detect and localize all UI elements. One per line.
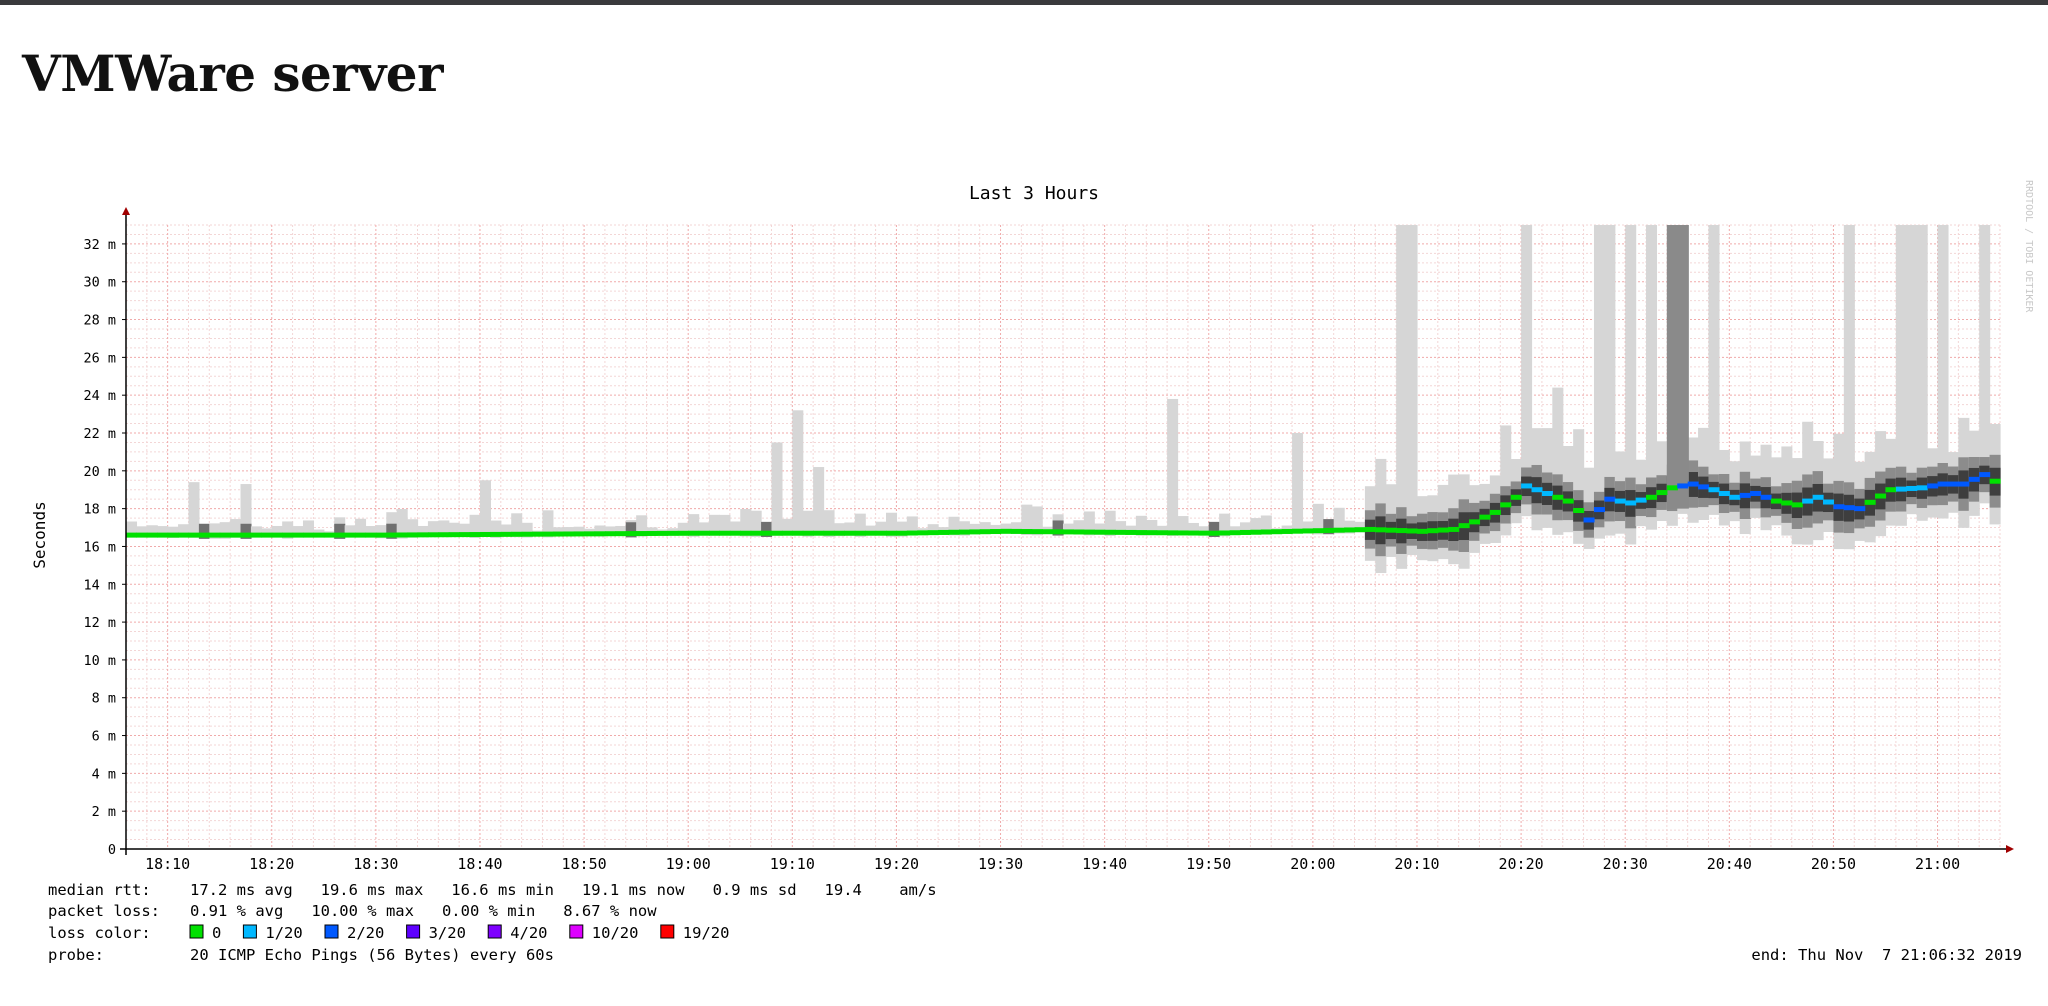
loss-color-entry: 4/20 bbox=[510, 924, 547, 942]
loss-color-entry: 2/20 bbox=[347, 924, 384, 942]
loss-color-swatch bbox=[660, 924, 675, 939]
x-tick-label: 18:40 bbox=[457, 855, 502, 873]
x-tick-label: 19:50 bbox=[1186, 855, 1231, 873]
x-tick-label: 20:30 bbox=[1603, 855, 1648, 873]
x-tick-label: 21:00 bbox=[1915, 855, 1960, 873]
y-tick-label: 32 m bbox=[83, 237, 116, 253]
x-tick-label: 18:30 bbox=[353, 855, 398, 873]
x-tick-label: 20:50 bbox=[1811, 855, 1856, 873]
loss-color-entry: 0 bbox=[212, 924, 221, 942]
packet-loss-label: packet loss: bbox=[48, 902, 160, 920]
y-tick-label: 4 m bbox=[92, 766, 116, 782]
packet-loss-values: 0.91 % avg 10.00 % max 0.00 % min 8.67 %… bbox=[190, 902, 657, 920]
x-axis-arrow bbox=[2006, 845, 2014, 853]
x-tick-label: 19:20 bbox=[874, 855, 919, 873]
y-tick-label: 8 m bbox=[92, 691, 116, 707]
probe-label: probe: bbox=[48, 946, 104, 964]
x-tick-label: 18:10 bbox=[145, 855, 190, 873]
y-tick-label: 30 m bbox=[83, 275, 116, 291]
y-tick-label: 26 m bbox=[83, 350, 116, 366]
x-tick-label: 18:50 bbox=[562, 855, 607, 873]
y-tick-label: 14 m bbox=[83, 577, 116, 593]
y-tick-label: 28 m bbox=[83, 313, 116, 329]
x-tick-label: 19:30 bbox=[978, 855, 1023, 873]
chart-title: Last 3 Hours bbox=[969, 183, 1099, 204]
loss-color-swatch bbox=[324, 924, 339, 939]
y-tick-label: 6 m bbox=[92, 729, 116, 745]
y-axis-arrow bbox=[122, 207, 130, 215]
latency-graph: Last 3 Hours Seconds RRDTOOL / TOBI OETI… bbox=[30, 180, 2034, 964]
y-tick-label: 24 m bbox=[83, 388, 116, 404]
y-axis-label: Seconds bbox=[30, 501, 49, 568]
loss-color-entry: 3/20 bbox=[429, 924, 466, 942]
loss-color-swatch bbox=[406, 924, 421, 939]
x-tick-label: 18:20 bbox=[249, 855, 294, 873]
loss-color-swatch bbox=[569, 924, 584, 939]
x-tick-label: 20:20 bbox=[1499, 855, 1544, 873]
y-tick-label: 12 m bbox=[83, 615, 116, 631]
x-tick-label: 19:00 bbox=[666, 855, 711, 873]
y-tick-label: 22 m bbox=[83, 426, 116, 442]
watermark: RRDTOOL / TOBI OETIKER bbox=[2023, 180, 2034, 313]
loss-color-label: loss color: bbox=[48, 924, 151, 942]
x-tick-label: 19:40 bbox=[1082, 855, 1127, 873]
loss-color-legend: 0 1/20 2/20 3/20 4/20 10/20 19/20 bbox=[189, 924, 730, 942]
loss-color-entry: 1/20 bbox=[265, 924, 302, 942]
median-rtt-label: median rtt: bbox=[48, 881, 151, 899]
y-tick-label: 0 bbox=[108, 842, 116, 858]
loss-color-swatch bbox=[242, 924, 257, 939]
x-tick-label: 20:10 bbox=[1394, 855, 1439, 873]
end-timestamp: end: Thu Nov 7 21:06:32 2019 bbox=[1751, 946, 2022, 964]
y-tick-label: 16 m bbox=[83, 539, 116, 555]
x-tick-label: 19:10 bbox=[770, 855, 815, 873]
y-tick-label: 2 m bbox=[92, 804, 116, 820]
median-rtt-values: 17.2 ms avg 19.6 ms max 16.6 ms min 19.1… bbox=[190, 881, 937, 899]
probe-value: 20 ICMP Echo Pings (56 Bytes) every 60s bbox=[190, 946, 554, 964]
y-tick-label: 20 m bbox=[83, 464, 116, 480]
loss-color-entry: 10/20 bbox=[592, 924, 639, 942]
loss-color-swatch bbox=[189, 924, 204, 939]
loss-color-swatch bbox=[487, 924, 502, 939]
x-tick-label: 20:00 bbox=[1290, 855, 1335, 873]
y-tick-label: 10 m bbox=[83, 653, 116, 669]
y-tick-label: 18 m bbox=[83, 502, 116, 518]
loss-color-entry: 19/20 bbox=[683, 924, 730, 942]
x-tick-label: 20:40 bbox=[1707, 855, 1752, 873]
